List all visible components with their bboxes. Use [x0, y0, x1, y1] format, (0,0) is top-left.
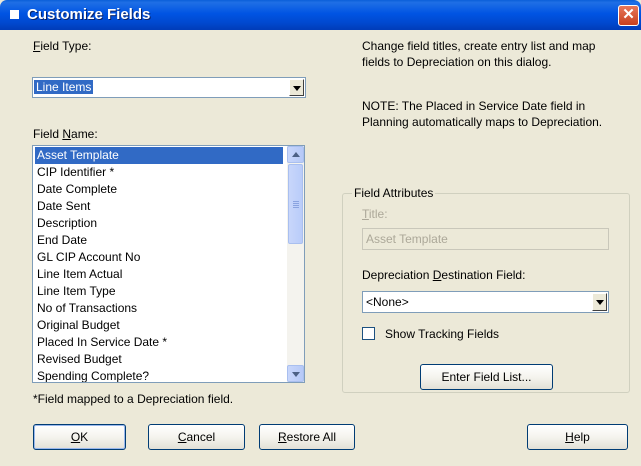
restore-all-button[interactable]: Restore All: [259, 424, 355, 450]
window-icon: [10, 10, 19, 19]
restore-accel: R: [277, 430, 287, 444]
list-item[interactable]: Placed In Service Date *: [35, 334, 169, 351]
title-bar[interactable]: Customize Fields ✕: [0, 0, 641, 30]
chevron-down-icon[interactable]: [289, 79, 304, 96]
list-item[interactable]: Original Budget: [35, 317, 122, 334]
help-button[interactable]: Help: [527, 424, 628, 450]
ok-rest: K: [80, 430, 89, 444]
scroll-thumb[interactable]: [288, 164, 303, 244]
field-name-label-pre: Field: [33, 127, 63, 141]
title-label-accel: T: [362, 207, 369, 221]
window-title: Customize Fields: [27, 6, 151, 23]
list-item[interactable]: Date Sent: [35, 198, 92, 215]
field-type-label-rest: ield Type:: [40, 39, 92, 53]
field-type-label: Field Type:: [33, 39, 92, 53]
field-name-list[interactable]: Asset Template CIP Identifier * Date Com…: [32, 145, 305, 383]
list-item[interactable]: Date Complete: [35, 181, 119, 198]
help-rest: elp: [573, 430, 590, 444]
cancel-button[interactable]: Cancel: [148, 424, 245, 450]
field-name-label-accel: N: [62, 127, 72, 141]
cancel-rest: ancel: [186, 430, 216, 444]
field-attributes-title: Field Attributes: [352, 186, 436, 200]
footnote: *Field mapped to a Depreciation field.: [33, 392, 234, 406]
destination-field-value: <None>: [366, 295, 409, 309]
info-line-2: fields to Depreciation on this dialog.: [362, 55, 552, 69]
list-item[interactable]: Line Item Actual: [35, 266, 124, 283]
note-line-2: Planning automatically maps to Depreciat…: [362, 115, 603, 129]
enter-field-list-button[interactable]: Enter Field List...: [420, 364, 553, 390]
field-type-value: Line Items: [34, 80, 94, 94]
scroll-down-arrow-icon[interactable]: [287, 365, 304, 382]
list-item[interactable]: Revised Budget: [35, 351, 124, 368]
restore-rest: estore All: [286, 430, 337, 444]
scroll-up-arrow-icon[interactable]: [287, 146, 304, 163]
list-item[interactable]: End Date: [35, 232, 89, 249]
ok-button[interactable]: OK: [33, 424, 126, 450]
help-accel: H: [565, 430, 574, 444]
field-name-label-rest: ame:: [71, 127, 98, 141]
title-label-rest: itle:: [368, 207, 388, 221]
list-scrollbar[interactable]: [287, 146, 304, 382]
note-line-1: NOTE: The Placed in Service Date field i…: [362, 99, 586, 113]
destination-field-dropdown[interactable]: <None>: [362, 291, 609, 313]
list-item[interactable]: CIP Identifier *: [35, 164, 116, 181]
title-label: Title:: [362, 207, 388, 221]
list-item[interactable]: Description: [35, 215, 99, 232]
list-item[interactable]: GL CIP Account No: [35, 249, 142, 266]
list-item[interactable]: Asset Template: [35, 147, 283, 164]
list-item[interactable]: Line Item Type: [35, 283, 118, 300]
chevron-down-icon[interactable]: [592, 293, 607, 311]
list-item[interactable]: Spending Complete?: [35, 368, 151, 382]
field-type-dropdown[interactable]: Line Items: [32, 77, 306, 98]
show-tracking-checkbox[interactable]: [362, 327, 375, 340]
list-item[interactable]: No of Transactions: [35, 300, 139, 317]
field-name-label: Field Name:: [33, 127, 98, 141]
destination-field-label: Depreciation Destination Field:: [362, 268, 525, 282]
title-field: Asset Template: [362, 228, 609, 250]
title-field-value: Asset Template: [366, 232, 448, 246]
close-button[interactable]: ✕: [618, 5, 639, 26]
ok-accel: O: [70, 430, 81, 444]
destination-label-pre: Depreciation: [362, 268, 433, 282]
destination-label-rest: estination Field:: [441, 268, 526, 282]
show-tracking-label[interactable]: Show Tracking Fields: [385, 327, 499, 341]
info-line-1: Change field titles, create entry list a…: [362, 39, 596, 53]
